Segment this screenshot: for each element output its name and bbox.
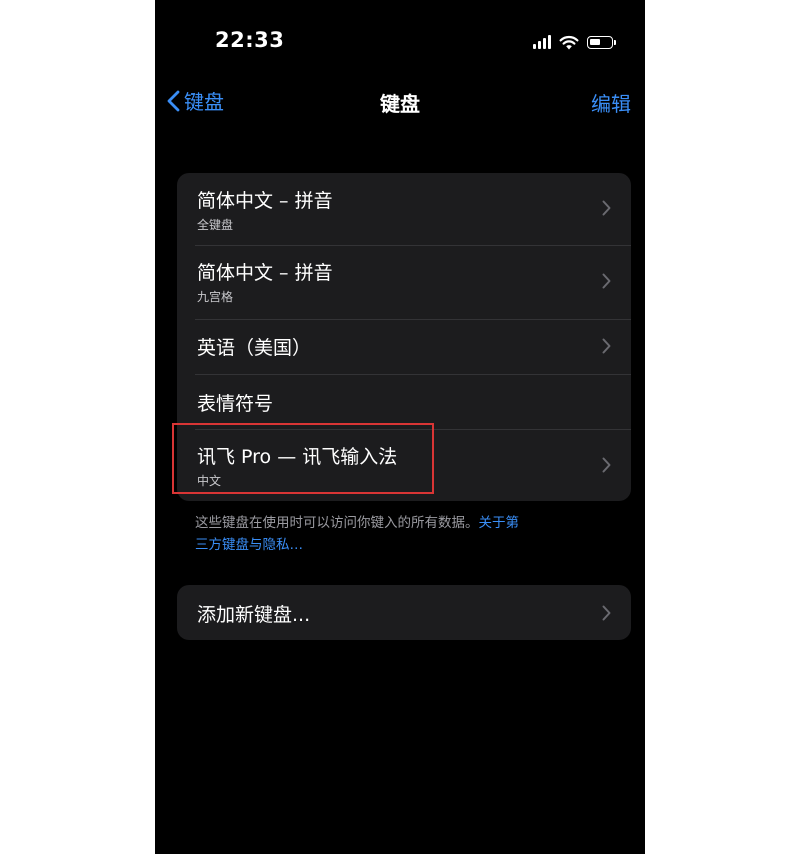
privacy-note-text: 这些键盘在使用时可以访问你键入的所有数据。 — [195, 515, 479, 531]
wifi-icon — [559, 35, 579, 49]
chevron-right-icon — [602, 457, 611, 473]
keyboard-title: 表情符号 — [197, 393, 274, 415]
chevron-right-icon — [602, 338, 611, 354]
add-keyboard-group: 添加新键盘... — [177, 585, 631, 640]
keyboard-row-pinyin-9key[interactable]: 简体中文 – 拼音 九宫格 — [177, 245, 631, 319]
phone-screen: 22:33 键盘 键盘 编辑 简体中文 – 拼音 全键盘 简体中文 – 拼音 九… — [155, 0, 645, 854]
keyboards-list: 简体中文 – 拼音 全键盘 简体中文 – 拼音 九宫格 英语（美国） 表情符号 … — [177, 173, 631, 501]
keyboard-title: 讯飞 Pro — 讯飞输入法 — [197, 446, 398, 468]
keyboard-title: 英语（美国） — [197, 337, 312, 359]
status-bar: 22:33 — [155, 0, 645, 80]
chevron-right-icon — [602, 273, 611, 289]
privacy-link-part2: 三方键盘与隐私… — [195, 537, 303, 553]
edit-button[interactable]: 编辑 — [591, 88, 631, 117]
keyboard-row-english-us[interactable]: 英语（美国） — [177, 319, 631, 374]
battery-icon — [587, 35, 616, 49]
status-icons — [533, 32, 616, 52]
cellular-signal-icon — [533, 35, 551, 49]
add-keyboard-row[interactable]: 添加新键盘... — [177, 585, 631, 640]
add-keyboard-label: 添加新键盘... — [197, 604, 311, 626]
keyboard-subtitle: 九宫格 — [197, 290, 234, 304]
status-time: 22:33 — [215, 28, 285, 52]
keyboard-row-pinyin-full[interactable]: 简体中文 – 拼音 全键盘 — [177, 173, 631, 245]
page-title: 键盘 — [380, 92, 420, 116]
keyboard-title: 简体中文 – 拼音 — [197, 262, 333, 284]
keyboard-subtitle: 中文 — [197, 474, 222, 488]
navigation-bar: 键盘 键盘 编辑 — [155, 80, 645, 124]
privacy-link-part1: 关于第 — [478, 515, 520, 531]
keyboard-row-iflytek[interactable]: 讯飞 Pro — 讯飞输入法 中文 — [177, 429, 631, 501]
chevron-right-icon — [602, 605, 611, 621]
keyboard-row-emoji[interactable]: 表情符号 — [177, 374, 631, 429]
keyboard-subtitle: 全键盘 — [197, 218, 234, 232]
chevron-right-icon — [602, 200, 611, 216]
keyboard-title: 简体中文 – 拼音 — [197, 190, 333, 212]
privacy-footer-note: 这些键盘在使用时可以访问你键入的所有数据。关于第三方键盘与隐私… — [195, 512, 615, 556]
